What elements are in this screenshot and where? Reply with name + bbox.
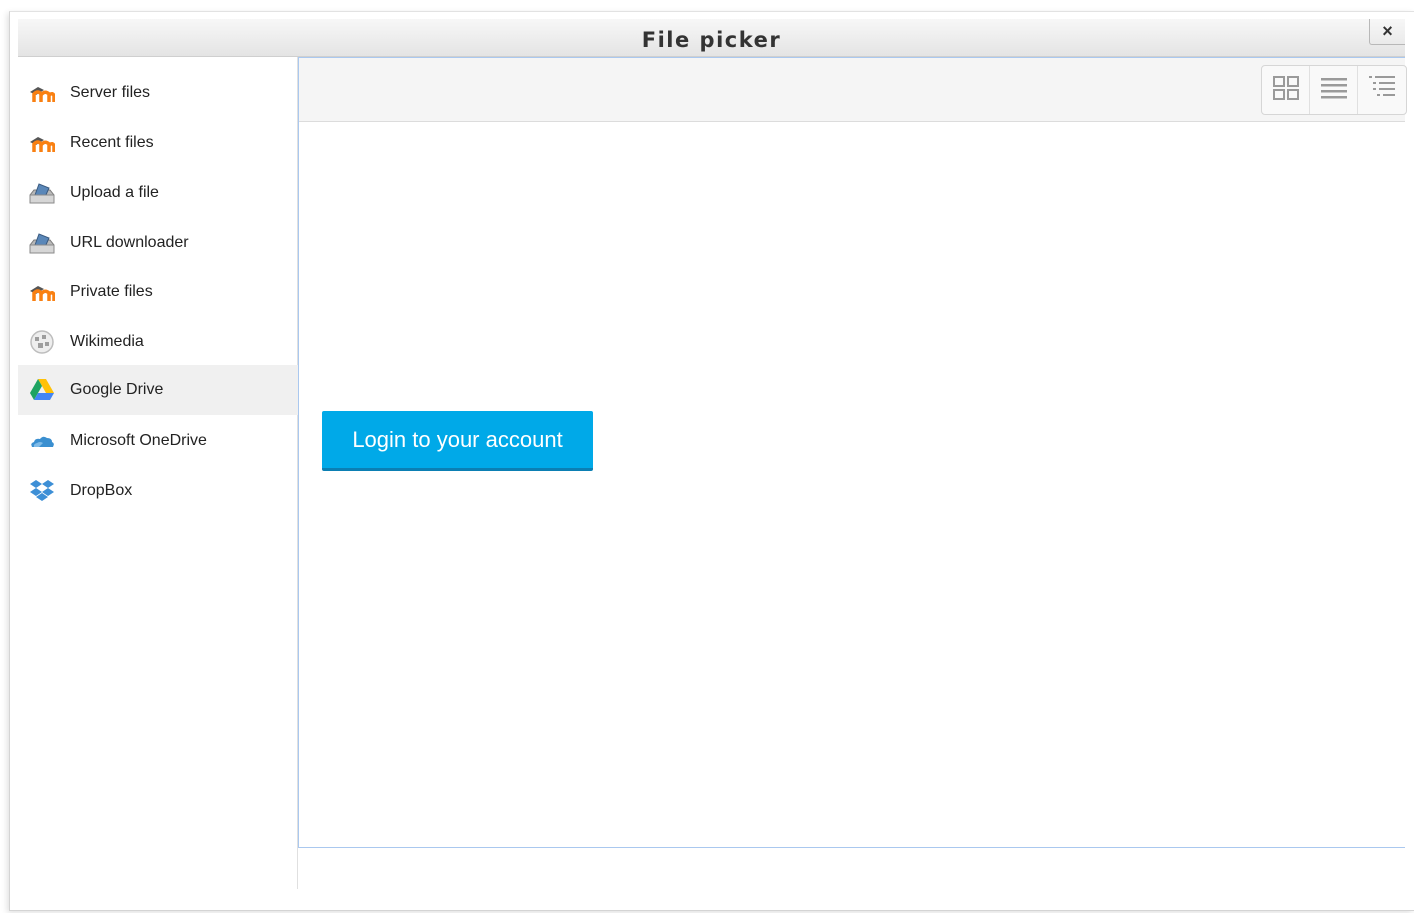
moodle-icon	[28, 129, 56, 157]
view-mode-switcher	[1261, 65, 1407, 115]
dialog-titlebar: File picker ×	[18, 19, 1405, 57]
file-browser-panel: Login to your account	[298, 57, 1407, 848]
list-view-button[interactable]	[1310, 66, 1359, 114]
sidebar-item-label: Microsoft OneDrive	[70, 432, 207, 449]
sidebar-item-microsoft-onedrive[interactable]: Microsoft OneDrive	[18, 416, 298, 466]
onedrive-cloud-icon	[28, 427, 56, 455]
tree-view-button[interactable]	[1358, 66, 1406, 114]
sidebar-item-label: URL downloader	[70, 234, 189, 251]
login-button[interactable]: Login to your account	[322, 411, 593, 471]
moodle-icon	[28, 79, 56, 107]
sidebar-item-recent-files[interactable]: Recent files	[18, 118, 298, 168]
file-picker-toolbar	[299, 58, 1407, 122]
dropbox-icon	[28, 477, 56, 505]
sidebar-item-server-files[interactable]: Server files	[18, 68, 298, 118]
moodle-icon	[28, 278, 56, 306]
wikimedia-globe-icon	[28, 328, 56, 356]
sidebar-item-label: Server files	[70, 84, 151, 101]
sidebar-item-label: Private files	[70, 283, 153, 300]
sidebar-item-dropbox[interactable]: DropBox	[18, 466, 298, 516]
sidebar-item-label: Wikimedia	[70, 333, 144, 350]
sidebar-item-url-downloader[interactable]: URL downloader	[18, 218, 298, 268]
sidebar-item-label: DropBox	[70, 482, 133, 499]
google-drive-icon	[28, 376, 56, 404]
sidebar-item-google-drive[interactable]: Google Drive	[18, 365, 298, 415]
close-button[interactable]: ×	[1369, 19, 1405, 45]
sidebar-item-label: Google Drive	[70, 381, 164, 398]
sidebar-item-upload-a-file[interactable]: Upload a file	[18, 168, 298, 218]
sidebar-item-label: Upload a file	[70, 184, 159, 201]
repository-sidebar: Server files Recent files Upload a file	[18, 57, 298, 889]
sidebar-item-label: Recent files	[70, 134, 154, 151]
upload-icon	[28, 179, 56, 207]
grid-icon	[1272, 75, 1299, 105]
dialog-title: File picker	[641, 28, 782, 52]
tree-icon	[1368, 75, 1396, 106]
upload-icon	[28, 229, 56, 257]
sidebar-item-private-files[interactable]: Private files	[18, 267, 298, 317]
icons-view-button[interactable]	[1262, 66, 1311, 114]
sidebar-item-wikimedia[interactable]: Wikimedia	[18, 317, 298, 367]
list-icon	[1320, 76, 1348, 105]
